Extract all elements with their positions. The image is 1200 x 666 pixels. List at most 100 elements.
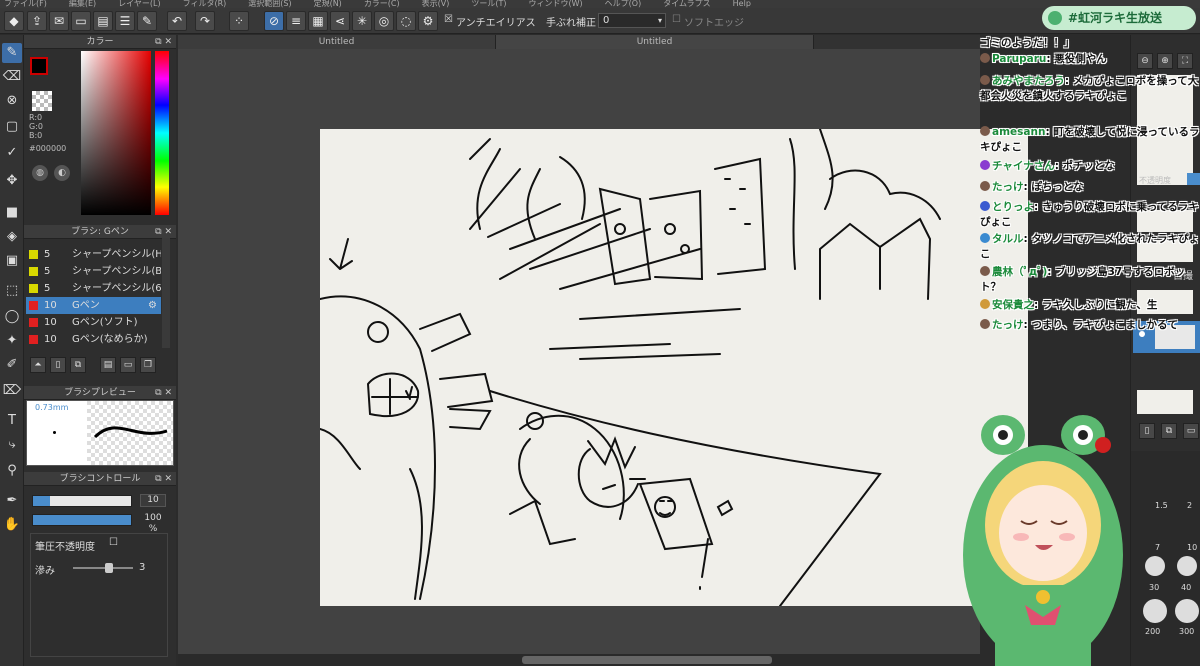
brush-size-option[interactable]: 40: [1181, 583, 1191, 592]
saturation-value-picker[interactable]: [81, 51, 151, 215]
snap-curve-icon[interactable]: ◌: [396, 11, 416, 31]
brush-size-slider[interactable]: [32, 495, 132, 507]
brush-size-option[interactable]: 7: [1155, 543, 1160, 552]
line-tool-icon[interactable]: ✓: [2, 143, 22, 163]
menu-view[interactable]: 表示(V): [418, 0, 450, 8]
close-icon[interactable]: ⧉ ✕: [155, 472, 172, 486]
palette-icon[interactable]: ◍: [32, 165, 48, 181]
menu-layer[interactable]: レイヤー(L): [114, 0, 160, 8]
brush-size-option[interactable]: 300: [1179, 627, 1194, 636]
bucket-tool-icon[interactable]: ◈: [2, 227, 22, 247]
menu-timelapse[interactable]: タイムラプス: [659, 0, 710, 8]
brush-size-option[interactable]: 30: [1149, 583, 1159, 592]
magic-wand-tool-icon[interactable]: ✦: [2, 331, 22, 351]
eyedropper-tool-icon[interactable]: ⚲: [2, 461, 22, 481]
document-icon[interactable]: ▤: [93, 11, 113, 31]
rect-fill-tool-icon[interactable]: ■: [2, 203, 22, 223]
brush-item[interactable]: 10 Gペン(なめらか): [26, 331, 161, 348]
eraser-tool-icon[interactable]: ⌫: [2, 67, 22, 87]
antialias-checkbox-icon[interactable]: ☒: [444, 14, 453, 25]
dot-eraser-tool-icon[interactable]: ⊗: [2, 91, 22, 111]
brush-size-option[interactable]: 200: [1145, 627, 1160, 636]
lasso-tool-icon[interactable]: ◯: [2, 307, 22, 327]
list-item[interactable]: [26, 238, 161, 246]
tab-untitled-1[interactable]: Untitled: [178, 35, 496, 49]
opacity-slider[interactable]: [32, 514, 132, 526]
list-icon[interactable]: ☰: [115, 11, 135, 31]
move-tool-icon[interactable]: ✥: [2, 171, 22, 191]
snap-vanish-icon[interactable]: ⋖: [330, 11, 350, 31]
blur-slider-handle[interactable]: [105, 563, 113, 573]
menu-tool[interactable]: ツール(T): [467, 0, 506, 8]
layer-copy-icon[interactable]: ⧉: [1161, 423, 1177, 439]
brush-size-dot[interactable]: [1177, 556, 1197, 576]
close-icon[interactable]: ⧉ ✕: [155, 386, 172, 400]
comment-icon[interactable]: ✉: [49, 11, 69, 31]
drawing-canvas[interactable]: [319, 128, 1028, 607]
menu-ruler[interactable]: 定規(N): [310, 0, 342, 8]
snap-off-icon[interactable]: ⊘: [264, 11, 284, 31]
menu-help[interactable]: ヘルプ(O): [601, 0, 642, 8]
menu-window[interactable]: ウィンドウ(W): [525, 0, 583, 8]
brush-tool-icon[interactable]: ✎: [2, 43, 22, 63]
brush-up-icon[interactable]: ⏶: [30, 357, 46, 373]
brush-size-dot[interactable]: [1175, 599, 1199, 623]
sub-color-swatch[interactable]: [32, 91, 52, 111]
message-icon[interactable]: ▭: [71, 11, 91, 31]
brush-size-option[interactable]: 2: [1187, 501, 1192, 510]
new-brush-icon[interactable]: ▯: [50, 357, 66, 373]
snap-parallel-icon[interactable]: ≡: [286, 11, 306, 31]
brush-size-option[interactable]: 1.5: [1155, 501, 1168, 510]
snap-settings-icon[interactable]: ⚙: [418, 11, 438, 31]
export-icon[interactable]: ⇪: [27, 11, 47, 31]
opacity-value[interactable]: 100 %: [140, 513, 166, 534]
brush-item[interactable]: 10 Gペン(ソフト): [26, 314, 161, 331]
divide-tool-icon[interactable]: ⤷: [2, 435, 22, 455]
snap-radial-icon[interactable]: ✳: [352, 11, 372, 31]
menu-edit[interactable]: 編集(E): [65, 0, 96, 8]
copy-brush-icon[interactable]: ⧉: [70, 357, 86, 373]
duplicate-icon[interactable]: ❐: [140, 357, 156, 373]
brush-size-dot[interactable]: [1145, 556, 1165, 576]
soft-edge-checkbox-icon[interactable]: ☐: [672, 14, 681, 25]
select-pen-tool-icon[interactable]: ✐: [2, 355, 22, 375]
brush-size-option[interactable]: 10: [1187, 543, 1197, 552]
snap-circle-icon[interactable]: ◎: [374, 11, 394, 31]
gear-icon[interactable]: ⚙: [148, 297, 157, 314]
pressure-opacity-checkbox-icon[interactable]: ☐: [109, 537, 118, 548]
select-eraser-tool-icon[interactable]: ⌦: [2, 381, 22, 401]
new-layer-icon[interactable]: ▯: [1139, 423, 1155, 439]
deselect-icon[interactable]: ⁘: [229, 11, 249, 31]
snap-grid-icon[interactable]: ▦: [308, 11, 328, 31]
hue-slider[interactable]: [155, 51, 169, 215]
stabilizer-select[interactable]: 0 ▾: [598, 13, 666, 28]
close-icon[interactable]: ⧉ ✕: [155, 225, 172, 239]
redo-icon[interactable]: ↷: [195, 11, 215, 31]
brush-settings-icon[interactable]: ▤: [100, 357, 116, 373]
text-tool-icon[interactable]: T: [2, 411, 22, 431]
scrollbar-thumb[interactable]: [522, 656, 772, 664]
gradient-tool-icon[interactable]: ▣: [2, 251, 22, 271]
menu-filter[interactable]: フィルタ(R): [179, 0, 227, 8]
undo-icon[interactable]: ↶: [167, 11, 187, 31]
brush-size-dot[interactable]: [1143, 599, 1167, 623]
brush-item-selected[interactable]: 10 Gペン ⚙: [26, 297, 161, 314]
tab-untitled-2[interactable]: Untitled: [496, 35, 814, 49]
blur-slider[interactable]: [73, 567, 133, 569]
rect-select-tool-icon[interactable]: ▢: [2, 117, 22, 137]
brush-item[interactable]: 5 シャープペンシル(6B): [26, 280, 161, 297]
palette-swap-icon[interactable]: ◐: [54, 165, 70, 181]
close-icon[interactable]: ⧉ ✕: [155, 35, 172, 49]
layer-thumbnail[interactable]: [1137, 390, 1193, 414]
layer-folder-icon[interactable]: ▭: [1183, 423, 1199, 439]
edit-icon[interactable]: ✎: [137, 11, 157, 31]
menu-help-en[interactable]: Help: [729, 0, 751, 8]
horizontal-scrollbar[interactable]: [178, 654, 980, 666]
hand-tool-icon[interactable]: ✋: [2, 515, 22, 535]
brush-item[interactable]: 5 シャープペンシル(B): [26, 263, 161, 280]
folder-icon[interactable]: ▭: [120, 357, 136, 373]
brush-item[interactable]: 5 シャープペンシル(HB): [26, 246, 161, 263]
menu-color[interactable]: カラー(C): [360, 0, 400, 8]
brush-list-scrollbar[interactable]: [162, 238, 170, 348]
dropper-tool-icon[interactable]: ✒: [2, 491, 22, 511]
